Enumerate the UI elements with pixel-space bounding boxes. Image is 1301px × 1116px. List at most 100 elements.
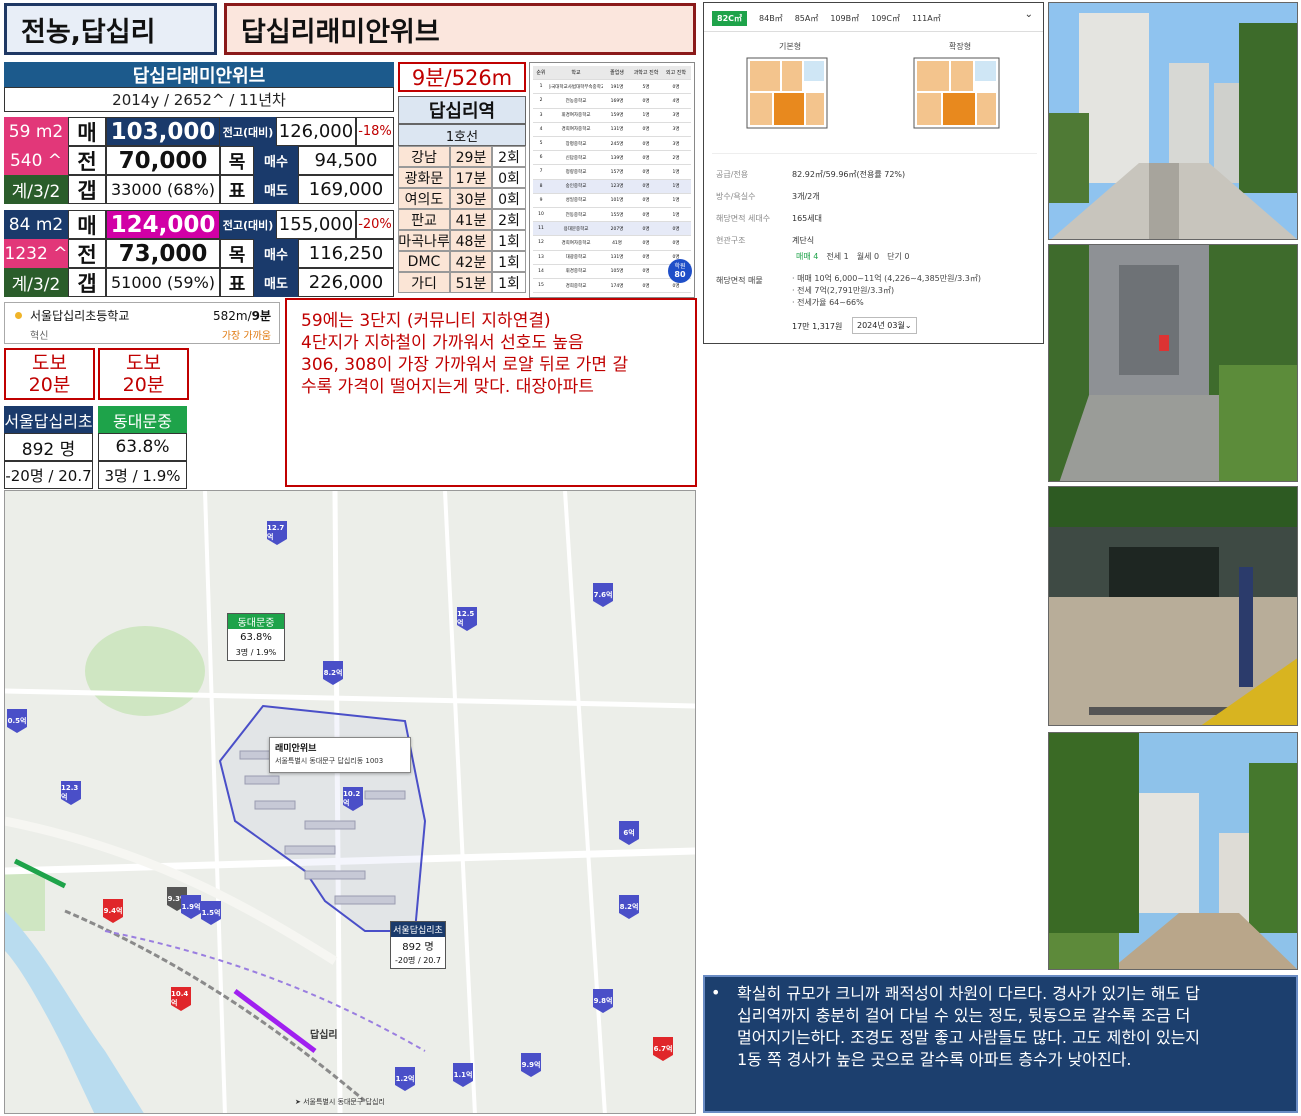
school-distance-prefix: 582m/ — [212, 309, 252, 323]
rank-cell: 41명 — [603, 236, 631, 251]
size59-sale-label: 매 — [68, 117, 106, 146]
listing-line: · 전세 7억(2,791만원/3.3㎡) — [792, 286, 895, 295]
school-rank-table: 순위 학교 졸업생 과학고 진학 외고 진학 1 동국대학교사범대학부속중학교 191명 5명 0… — [529, 62, 695, 298]
floorplan-info-value: 계단식 — [792, 235, 815, 245]
school-info-card: 서울답십리초등학교 582m/9분 혁신 가장 가까움 — [4, 302, 280, 344]
station-time: 41분 — [450, 209, 492, 230]
size59-gap-label: 갭 — [68, 175, 106, 204]
size84-target-label1: 목 — [220, 239, 254, 268]
rank-cell: 1명 — [661, 179, 691, 194]
rank-cell: 청량중학교 — [549, 165, 603, 180]
station-line: 1호선 — [398, 124, 526, 146]
photo-parking-image — [1049, 487, 1297, 725]
map-complex-popup[interactable]: 래미안위브 서울특별시 동대문구 답십리동 1003 — [269, 737, 411, 773]
count-sale[interactable]: 매매 4 — [796, 251, 818, 262]
station-time: 48분 — [450, 230, 492, 251]
size84-buy-label: 매수 — [254, 239, 298, 268]
size59-block: 59 m2 540 ^ 계/3/2 매 전 갭 103,000 70,000 3… — [4, 117, 394, 204]
station-transfer: 1회 — [492, 251, 526, 272]
walk-elem-l1: 도보 — [32, 352, 67, 374]
rank-cell: 3명 — [661, 108, 691, 123]
map-footer-addr: ➤ 서울특별시 동대문구 답십리 — [295, 1097, 385, 1107]
rank-cell: 101명 — [603, 193, 631, 208]
region-title: 전농,답십리 — [4, 3, 217, 55]
tab-area-0[interactable]: 82C㎡ — [712, 10, 748, 26]
size59-area: 59 m2 — [4, 117, 68, 146]
count-short[interactable]: 단기 0 — [887, 251, 909, 262]
map-popup-addr: 서울특별시 동대문구 답십리동 1003 — [275, 757, 384, 765]
region-title-text: 전농,답십리 — [21, 16, 156, 48]
size59-target-label2: 표 — [220, 175, 254, 204]
trade-count: 17만 1,317원 — [792, 322, 843, 331]
map-footer-addr-text: 서울특별시 동대문구 답십리 — [303, 1098, 385, 1106]
tab-area-4[interactable]: 109C㎡ — [871, 13, 900, 24]
floorplan-info-key: 해당면적 세대수 — [716, 213, 771, 223]
tab-area-2[interactable]: 85A㎡ — [795, 13, 819, 24]
rank-cell: 0명 — [631, 279, 661, 294]
academy-badge[interactable]: 학원 80 — [668, 259, 692, 283]
floorplan-basic-image — [746, 57, 828, 129]
rank-cell: 174명 — [603, 279, 631, 294]
rank-cell: 105명 — [603, 264, 631, 279]
size59-sale: 103,000 — [106, 117, 220, 146]
rank-cell: 휘경여자중학교 — [549, 108, 603, 123]
walk-middle-l1: 도보 — [126, 352, 161, 374]
size59-jeonse-label: 전 — [68, 146, 106, 175]
floorplan-info-value: 165세대 — [792, 213, 822, 223]
rank-cell: 0명 — [631, 179, 661, 194]
map-popup-title: 래미안위브 — [275, 744, 317, 754]
rank-cell: 0명 — [631, 165, 661, 180]
memo-line: 306, 308이 가장 가까워서 로얄 뒤로 가면 갈 — [301, 355, 629, 375]
chevron-down-icon[interactable]: ⌄ — [1025, 9, 1033, 20]
tab-area-3[interactable]: 109B㎡ — [830, 13, 859, 24]
rank-header-cell: 학교 — [549, 66, 603, 81]
count-jeonse[interactable]: 전세 1 — [826, 251, 848, 262]
complex-title-text: 답십리래미안위브 — [241, 16, 440, 48]
rank-cell: 숭인중학교 — [549, 179, 603, 194]
tab-area-5[interactable]: 111A㎡ — [912, 13, 941, 24]
listing-counts: 매매 4 전세 1 월세 0 단기 0 — [796, 251, 909, 262]
comment-line: 십리역까지 충분히 걸어 다닐 수 있는 정도, 뒷동으로 갈수록 조금 더 — [737, 1006, 1191, 1025]
school-dot-icon — [15, 312, 22, 319]
memo-line: 4단지가 지하철이 가까워서 선호도 높음 — [301, 333, 584, 353]
rank-cell: 1명 — [661, 165, 691, 180]
rank-header-cell: 과학고 진학 — [631, 66, 661, 81]
rank-cell: 8 — [533, 179, 549, 194]
size84-sale-label: 매 — [68, 210, 106, 239]
rank-cell: 성일중학교 — [549, 193, 603, 208]
size59-buy: 94,500 — [298, 146, 394, 175]
size59-jeonse: 70,000 — [106, 146, 220, 175]
comment-box: • 확실히 규모가 크니까 쾌적성이 차원이 다르다. 경사가 있기는 해도 답… — [703, 975, 1298, 1113]
size84-sale: 124,000 — [106, 210, 220, 239]
station-transfer: 0회 — [492, 188, 526, 209]
map-elem-box[interactable]: 서울답십리초 892 명 -20명 / 20.7 — [390, 921, 446, 969]
plan-label-basic: 기본형 — [779, 42, 802, 51]
station-table: 답십리역 1호선 강남 29분 2회 광화문 17분 0회 여의도 30분 0회 판교 41분 2회 마… — [398, 96, 526, 296]
walk-time-box: 9분/526m — [398, 62, 526, 92]
photo-landscape — [1048, 732, 1298, 970]
count-wolse[interactable]: 월세 0 — [857, 251, 879, 262]
rank-cell: 전동중학교 — [549, 208, 603, 223]
size84-area: 84 m2 — [4, 210, 68, 239]
rank-cell: 동국대학교사범대학부속중학교 — [549, 80, 603, 95]
comment-line: 멀어지기는하다. 조경도 정말 좋고 사람들도 많다. 고도 제한이 있는지 — [737, 1028, 1201, 1047]
rank-cell: 155명 — [603, 208, 631, 223]
station-transfer: 1회 — [492, 272, 526, 293]
size84-sell-label: 매도 — [254, 268, 298, 297]
area-map[interactable]: 12.7억 7.6억 12.5억 8.2억 0.5억 12.3억 10.2억 6억 9.3억 9.… — [4, 490, 696, 1114]
trade-date: 2024년 03월 — [857, 321, 905, 330]
walk-box-middle: 도보 20분 — [98, 348, 189, 400]
academy-badge-num: 80 — [674, 270, 686, 279]
station-name: 답십리역 — [398, 96, 526, 124]
map-middle-box[interactable]: 동대문중 63.8% 3명 / 1.9% — [227, 613, 285, 661]
rank-cell: 11 — [533, 222, 549, 237]
rank-cell: 0명 — [631, 222, 661, 237]
rank-cell: 2 — [533, 94, 549, 109]
floorplan-info-key: 방수/욕실수 — [716, 191, 756, 201]
tab-area-1[interactable]: 84B㎡ — [759, 13, 783, 24]
trade-date-select[interactable]: 2024년 03월⌄ — [852, 317, 917, 334]
walk-time-text: 9분/526m — [411, 66, 513, 90]
rank-cell: 3명 — [661, 137, 691, 152]
size84-jeonse: 73,000 — [106, 239, 220, 268]
walk-box-elem: 도보 20분 — [4, 348, 95, 400]
